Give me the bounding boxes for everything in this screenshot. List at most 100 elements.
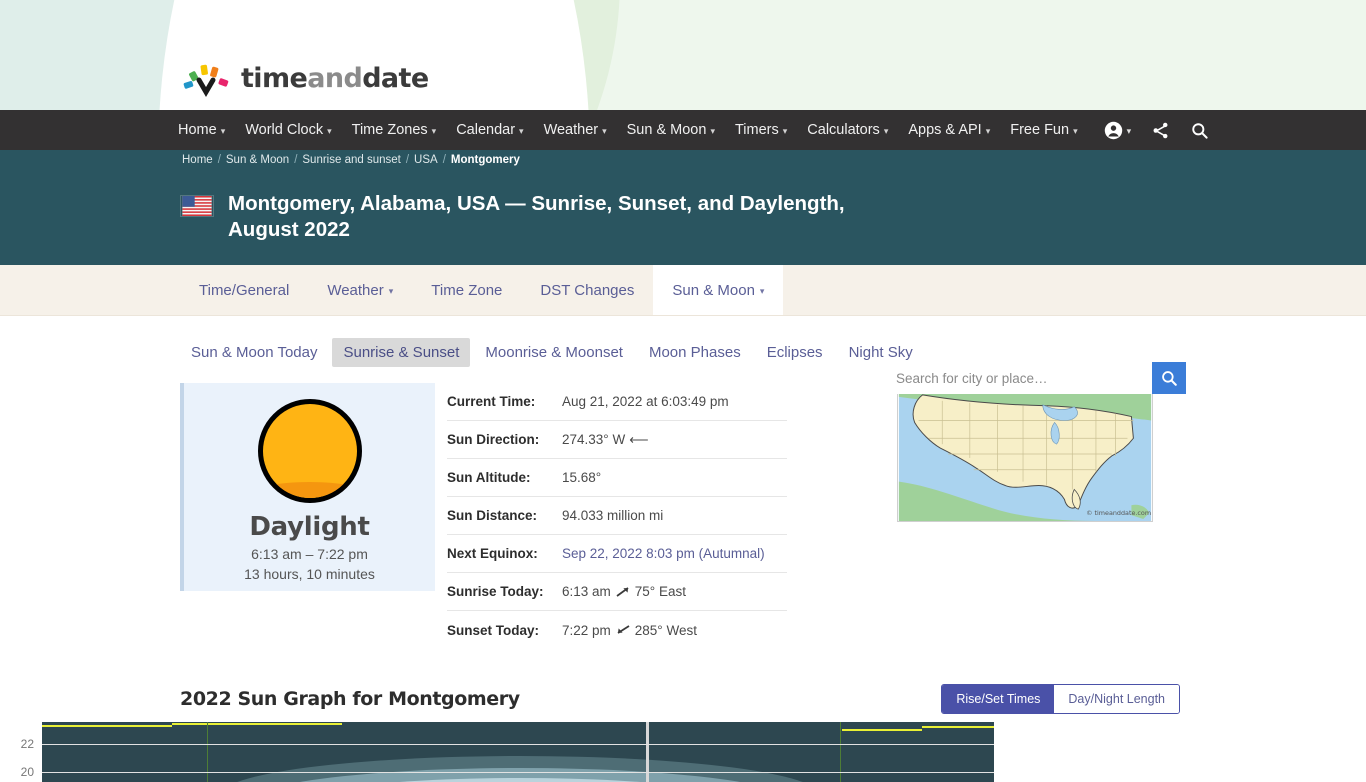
row-value-text: 7:22 pm	[562, 622, 611, 638]
chart-ytick-22: 22	[20, 737, 34, 751]
chart-line-midnight-right2	[922, 726, 994, 728]
breadcrumb-separator: /	[405, 154, 410, 166]
arrow-down-left-icon	[617, 625, 630, 634]
row-label: Current Time:	[447, 394, 536, 409]
breadcrumb-separator: /	[442, 154, 446, 166]
search-submit-button[interactable]	[1152, 362, 1186, 394]
table-row: Sun Distance: 94.033 million mi	[447, 497, 787, 535]
subnav-label: Weather	[327, 281, 384, 299]
tab-sunrise-sunset[interactable]: Sunrise & Sunset	[332, 338, 471, 367]
main-navigation: Home ▾ World Clock ▾ Time Zones ▾ Calendar ▾…	[0, 110, 1366, 150]
chart-dst-end-marker	[840, 722, 841, 782]
search-box	[886, 362, 1186, 394]
subnav-item-time-zone[interactable]: Time Zone	[412, 265, 521, 315]
chevron-down-icon: ▾	[782, 125, 788, 136]
tab-eclipses[interactable]: Eclipses	[756, 338, 834, 367]
breadcrumb: Home / Sun & Moon / Sunrise and sunset /…	[0, 150, 1366, 170]
site-logo[interactable]: timeanddate	[183, 58, 429, 98]
nav-item-timers[interactable]: Timers ▾	[735, 122, 787, 138]
sun-info-table: Current Time: Aug 21, 2022 at 6:03:49 pm…	[447, 383, 787, 649]
subnav-label: Sun & Moon	[672, 281, 755, 299]
table-row: Next Equinox: Sep 22, 2022 8:03 pm (Autu…	[447, 535, 787, 573]
nav-label: Free Fun	[1010, 122, 1070, 138]
table-row: Sunset Today: 7:22 pm 285° West	[447, 611, 787, 649]
timeanddate-sunburst-logo-icon	[183, 64, 229, 97]
chart-line-midnight-left2	[172, 723, 342, 725]
daylight-range: 6:13 am – 7:22 pm	[251, 546, 368, 562]
breadcrumb-item-sun-moon[interactable]: Sun & Moon	[226, 154, 289, 166]
account-icon	[1104, 121, 1122, 139]
section-navigation: Time/General Weather ▾ Time Zone DST Chan…	[0, 265, 1366, 316]
toggle-day-night-length[interactable]: Day/Night Length	[1054, 685, 1179, 713]
nav-item-sun-moon[interactable]: Sun & Moon ▾	[627, 122, 715, 138]
nav-item-home[interactable]: Home ▾	[178, 122, 225, 138]
nav-label: Sun & Moon	[626, 122, 707, 138]
nav-label: Timers	[734, 122, 779, 138]
nav-label: Calculators	[807, 122, 880, 138]
toggle-rise-set-times[interactable]: Rise/Set Times	[942, 685, 1055, 713]
subnav-item-dst-changes[interactable]: DST Changes	[521, 265, 653, 315]
daylight-duration: 13 hours, 10 minutes	[244, 566, 375, 582]
row-value: 6:13 am 75° East	[562, 584, 686, 600]
chart-ytick-20: 20	[20, 765, 34, 779]
chevron-down-icon: ▾	[220, 125, 226, 136]
arrow-up-right-icon	[616, 586, 629, 597]
row-label: Sun Distance:	[447, 508, 538, 523]
subnav-item-weather[interactable]: Weather ▾	[308, 265, 412, 315]
search-icon[interactable]	[1190, 121, 1209, 140]
usa-flag-icon	[180, 195, 214, 217]
breadcrumb-item-home[interactable]: Home	[182, 154, 213, 166]
row-value-azimuth: 285° West	[634, 622, 697, 638]
chart-dst-start-marker	[207, 722, 208, 782]
breadcrumb-item-montgomery: Montgomery	[450, 154, 520, 166]
search-icon	[1162, 371, 1177, 386]
breadcrumb-item-usa[interactable]: USA	[414, 154, 438, 166]
logo-text-and: and	[307, 62, 363, 94]
daylight-title: Daylight	[249, 512, 370, 542]
breadcrumb-item-sunrise-and-sunset[interactable]: Sunrise and sunset	[302, 154, 400, 166]
logo-text-date: date	[362, 62, 429, 94]
sun-icon	[257, 399, 362, 503]
chevron-down-icon: ▾	[602, 125, 607, 136]
subnav-label: Time Zone	[431, 281, 503, 299]
row-label: Sunrise Today:	[447, 584, 544, 599]
subnav-item-time-general[interactable]: Time/General	[180, 265, 308, 315]
chevron-down-icon: ▾	[985, 125, 991, 136]
chart-line-midnight-left	[42, 725, 172, 727]
row-label: Next Equinox:	[447, 546, 538, 561]
nav-item-calendar[interactable]: Calendar ▾	[456, 122, 523, 138]
tab-sun-moon-today[interactable]: Sun & Moon Today	[180, 338, 328, 367]
table-row: Sunrise Today: 6:13 am 75° East	[447, 573, 787, 611]
row-value-azimuth: 75° East	[634, 584, 686, 599]
nav-item-world-clock[interactable]: World Clock ▾	[245, 122, 331, 138]
nav-item-calculators[interactable]: Calculators ▾	[807, 122, 888, 138]
nav-item-weather[interactable]: Weather ▾	[544, 122, 607, 138]
subnav-item-sun-moon[interactable]: Sun & Moon ▾	[653, 265, 784, 315]
row-value: 7:22 pm 285° West	[562, 622, 697, 638]
sun-graph-chart[interactable]: 22 20	[0, 722, 1366, 782]
tab-moonrise-moonset[interactable]: Moonrise & Moonset	[474, 338, 634, 367]
chevron-down-icon: ▾	[431, 125, 437, 136]
chevron-down-icon: ▾	[388, 285, 394, 296]
next-equinox-link[interactable]: Sep 22, 2022 8:03 pm (Autumnal)	[562, 546, 765, 561]
share-icon[interactable]	[1151, 121, 1170, 140]
nav-item-free-fun[interactable]: Free Fun ▾	[1010, 122, 1077, 138]
breadcrumb-separator: /	[217, 154, 221, 166]
row-value: Aug 21, 2022 at 6:03:49 pm	[562, 394, 729, 409]
row-value-text: 274.33° W	[562, 432, 626, 447]
subnav-label: DST Changes	[540, 281, 635, 299]
search-input[interactable]	[886, 362, 1152, 394]
nav-label: Time Zones	[351, 122, 428, 138]
nav-item-time-zones[interactable]: Time Zones ▾	[352, 122, 437, 138]
account-menu[interactable]: ▾	[1104, 121, 1131, 140]
chevron-down-icon: ▾	[710, 125, 715, 136]
location-map[interactable]: © timeanddate.com	[897, 386, 1153, 649]
tab-moon-phases[interactable]: Moon Phases	[638, 338, 752, 367]
daylight-summary-card: Daylight 6:13 am – 7:22 pm 13 hours, 10 …	[180, 383, 435, 591]
page-title: Montgomery, Alabama, USA — Sunrise, Suns…	[228, 192, 845, 242]
nav-icon-group: ▾	[1104, 121, 1210, 140]
sun-graph-header: 2022 Sun Graph for Montgomery Rise/Set T…	[0, 684, 1366, 714]
table-row: Current Time: Aug 21, 2022 at 6:03:49 pm	[447, 383, 787, 421]
chevron-down-icon: ▾	[1073, 125, 1078, 136]
nav-item-apps-api[interactable]: Apps & API ▾	[908, 122, 990, 138]
